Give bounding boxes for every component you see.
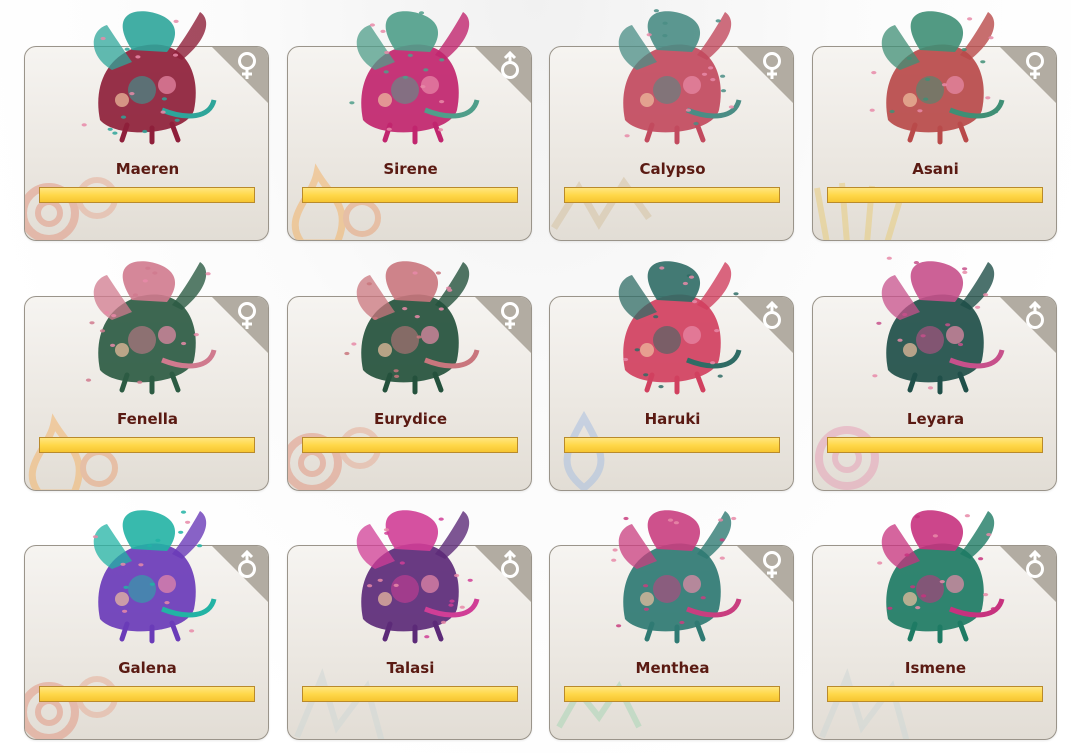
dragon-portrait[interactable] <box>72 250 222 400</box>
dragon-card[interactable]: Galena <box>24 499 271 740</box>
female-icon <box>759 51 785 81</box>
dragon-name-label[interactable]: Talasi <box>287 659 534 677</box>
dragon-name-label[interactable]: Fenella <box>24 410 271 428</box>
dragon-card[interactable]: Calypso <box>549 0 796 241</box>
dragon-name-label[interactable]: Maeren <box>24 160 271 178</box>
dragon-card[interactable]: Eurydice <box>287 250 534 491</box>
energy-bar-fill <box>565 188 779 202</box>
dragon-card[interactable]: Leyara <box>812 250 1059 491</box>
dragon-name-label[interactable]: Calypso <box>549 160 796 178</box>
energy-bar <box>302 437 518 453</box>
dragon-card[interactable]: Menthea <box>549 499 796 740</box>
energy-bar-fill <box>565 687 779 701</box>
dragon-card[interactable]: Haruki <box>549 250 796 491</box>
male-icon <box>1022 300 1048 331</box>
female-icon <box>497 301 523 331</box>
energy-bar-fill <box>828 438 1042 452</box>
dragon-name-label[interactable]: Haruki <box>549 410 796 428</box>
dragon-card[interactable]: Sirene <box>287 0 534 241</box>
energy-bar <box>564 437 780 453</box>
dragon-portrait[interactable] <box>335 0 485 150</box>
dragon-lair-grid: Maeren Sirene Calypso Asani Fenella Eury… <box>24 0 1064 753</box>
energy-bar-fill <box>565 438 779 452</box>
dragon-portrait[interactable] <box>597 499 747 649</box>
energy-bar <box>827 686 1043 702</box>
energy-bar <box>564 187 780 203</box>
dragon-portrait[interactable] <box>72 0 222 150</box>
energy-bar-fill <box>303 438 517 452</box>
energy-bar <box>39 437 255 453</box>
dragon-name-label[interactable]: Leyara <box>812 410 1059 428</box>
energy-bar <box>39 686 255 702</box>
dragon-portrait[interactable] <box>860 250 1010 400</box>
energy-bar-fill <box>40 188 254 202</box>
male-icon <box>234 549 260 580</box>
dragon-card[interactable]: Asani <box>812 0 1059 241</box>
female-icon <box>234 301 260 331</box>
energy-bar-fill <box>40 687 254 701</box>
dragon-name-label[interactable]: Ismene <box>812 659 1059 677</box>
dragon-card[interactable]: Fenella <box>24 250 271 491</box>
energy-bar <box>302 686 518 702</box>
female-icon <box>759 550 785 580</box>
energy-bar <box>39 187 255 203</box>
energy-bar-fill <box>303 687 517 701</box>
dragon-portrait[interactable] <box>597 250 747 400</box>
dragon-portrait[interactable] <box>335 250 485 400</box>
female-icon <box>234 51 260 81</box>
dragon-portrait[interactable] <box>72 499 222 649</box>
dragon-portrait[interactable] <box>860 0 1010 150</box>
energy-bar-fill <box>40 438 254 452</box>
male-icon <box>497 549 523 580</box>
dragon-portrait[interactable] <box>860 499 1010 649</box>
dragon-portrait[interactable] <box>597 0 747 150</box>
dragon-name-label[interactable]: Sirene <box>287 160 534 178</box>
dragon-name-label[interactable]: Menthea <box>549 659 796 677</box>
energy-bar <box>827 437 1043 453</box>
male-icon <box>497 50 523 81</box>
energy-bar <box>564 686 780 702</box>
male-icon <box>759 300 785 331</box>
energy-bar <box>827 187 1043 203</box>
energy-bar-fill <box>303 188 517 202</box>
female-icon <box>1022 51 1048 81</box>
energy-bar <box>302 187 518 203</box>
dragon-card[interactable]: Ismene <box>812 499 1059 740</box>
energy-bar-fill <box>828 188 1042 202</box>
energy-bar-fill <box>828 687 1042 701</box>
dragon-name-label[interactable]: Eurydice <box>287 410 534 428</box>
dragon-name-label[interactable]: Asani <box>812 160 1059 178</box>
dragon-card[interactable]: Talasi <box>287 499 534 740</box>
male-icon <box>1022 549 1048 580</box>
dragon-card[interactable]: Maeren <box>24 0 271 241</box>
dragon-portrait[interactable] <box>335 499 485 649</box>
dragon-name-label[interactable]: Galena <box>24 659 271 677</box>
